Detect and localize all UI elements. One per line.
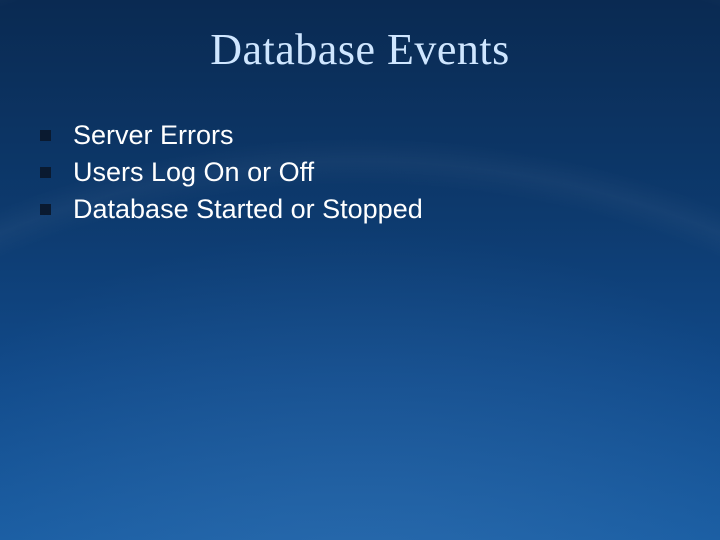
slide-content: Server Errors Users Log On or Off Databa…	[40, 120, 680, 231]
list-item: Database Started or Stopped	[40, 194, 680, 225]
bullet-text: Database Started or Stopped	[73, 194, 423, 225]
slide: Database Events Server Errors Users Log …	[0, 0, 720, 540]
list-item: Server Errors	[40, 120, 680, 151]
bullet-text: Users Log On or Off	[73, 157, 314, 188]
square-bullet-icon	[40, 204, 51, 215]
bullet-text: Server Errors	[73, 120, 234, 151]
list-item: Users Log On or Off	[40, 157, 680, 188]
square-bullet-icon	[40, 167, 51, 178]
slide-title: Database Events	[0, 24, 720, 75]
square-bullet-icon	[40, 130, 51, 141]
